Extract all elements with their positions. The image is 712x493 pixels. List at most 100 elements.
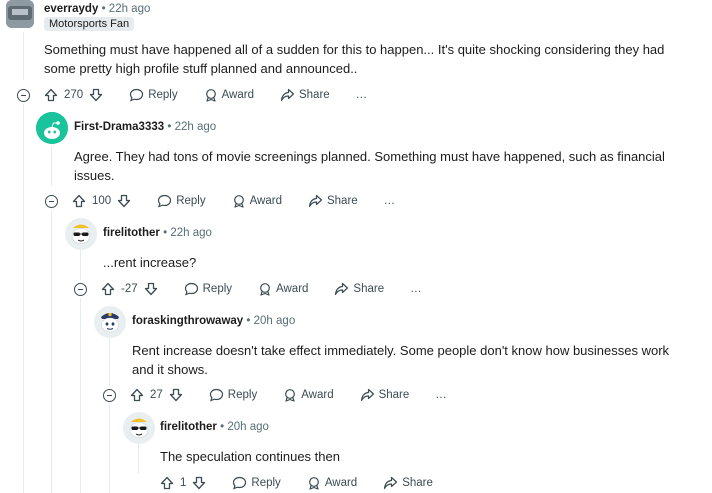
share-label: Share bbox=[378, 389, 410, 401]
collapse-thread-button[interactable] bbox=[103, 388, 116, 402]
award-label: Award bbox=[221, 89, 254, 101]
reply-button[interactable]: Reply bbox=[129, 88, 178, 102]
reply-button[interactable]: Reply bbox=[232, 476, 281, 490]
comment-bubble-icon bbox=[130, 88, 144, 102]
timestamp[interactable]: 22h ago bbox=[170, 227, 212, 239]
comment-body: Rent increase doesn't take effect immedi… bbox=[132, 343, 670, 377]
comment-body: Agree. They had tons of movie screenings… bbox=[74, 149, 665, 183]
reply-label: Reply bbox=[176, 195, 206, 207]
thread-line bbox=[138, 444, 139, 474]
share-button[interactable]: Share bbox=[360, 388, 410, 402]
snoo-sunglasses-avatar-icon bbox=[65, 218, 97, 250]
reply-label: Reply bbox=[202, 283, 233, 295]
snoo-avatar-icon bbox=[36, 112, 68, 144]
downvote-button[interactable] bbox=[169, 388, 183, 402]
award-button[interactable]: Award bbox=[307, 476, 357, 490]
reply-button[interactable]: Reply bbox=[157, 194, 206, 208]
username[interactable]: everraydy bbox=[44, 3, 98, 15]
timestamp[interactable]: 22h ago bbox=[175, 121, 217, 133]
vote-count: 1 bbox=[180, 477, 187, 489]
thread-line bbox=[51, 146, 52, 186]
award-icon bbox=[260, 283, 270, 296]
vote-count: 100 bbox=[92, 195, 112, 207]
share-button[interactable]: Share bbox=[280, 88, 330, 102]
timestamp[interactable]: 22h ago bbox=[109, 3, 151, 15]
award-label: Award bbox=[301, 389, 334, 401]
vote-count: 270 bbox=[64, 89, 84, 101]
share-icon bbox=[360, 388, 374, 402]
share-button[interactable]: Share bbox=[383, 476, 433, 490]
username[interactable]: firelitother bbox=[103, 227, 160, 239]
reply-button[interactable]: Reply bbox=[209, 388, 257, 402]
award-label: Award bbox=[276, 283, 309, 295]
share-icon bbox=[280, 88, 295, 102]
more-options-button[interactable]: … bbox=[356, 89, 368, 101]
avatar[interactable] bbox=[123, 412, 155, 444]
upvote-button[interactable] bbox=[44, 88, 58, 102]
downvote-button[interactable] bbox=[144, 282, 158, 296]
more-options-icon: … bbox=[383, 195, 396, 207]
avatar[interactable] bbox=[36, 112, 68, 144]
comment-author[interactable]: firelitother • 20h ago bbox=[160, 421, 269, 433]
award-button[interactable]: Award bbox=[283, 388, 334, 402]
share-button[interactable]: Share bbox=[308, 194, 358, 208]
separator-dot: • bbox=[220, 421, 225, 433]
reply-button[interactable]: Reply bbox=[184, 282, 232, 296]
comment-bubble-icon bbox=[233, 476, 247, 490]
timestamp[interactable]: 20h ago bbox=[227, 421, 269, 433]
upvote-icon bbox=[72, 194, 86, 208]
reply-label: Reply bbox=[148, 89, 178, 101]
downvote-button[interactable] bbox=[117, 194, 131, 208]
award-label: Award bbox=[324, 477, 358, 489]
downvote-button[interactable] bbox=[192, 476, 206, 490]
separator-dot: • bbox=[167, 121, 172, 133]
avatar[interactable] bbox=[94, 306, 126, 338]
collapse-thread-button[interactable] bbox=[45, 194, 58, 208]
award-button[interactable]: Award bbox=[232, 194, 282, 208]
avatar[interactable] bbox=[65, 218, 97, 250]
upvote-button[interactable] bbox=[101, 282, 115, 296]
more-options-button[interactable]: … bbox=[410, 283, 422, 295]
downvote-button[interactable] bbox=[89, 88, 103, 102]
more-options-button[interactable]: … bbox=[384, 195, 396, 207]
comment-body: Something must have happened all of a su… bbox=[44, 42, 665, 76]
share-label: Share bbox=[353, 283, 385, 295]
upvote-button[interactable] bbox=[160, 476, 174, 490]
award-icon bbox=[308, 477, 319, 490]
username[interactable]: foraskingthrowaway bbox=[132, 315, 243, 327]
more-options-button[interactable]: … bbox=[435, 389, 447, 401]
collapse-thread-button[interactable] bbox=[74, 282, 87, 296]
comment-body: The speculation continues then bbox=[160, 449, 340, 464]
upvote-button[interactable] bbox=[130, 388, 144, 402]
comment-bubble-icon bbox=[184, 282, 198, 296]
reply-label: Reply bbox=[227, 389, 258, 401]
upvote-button[interactable] bbox=[72, 194, 86, 208]
comment-actions: 270 Reply Award Share … bbox=[17, 85, 367, 105]
username[interactable]: First-Drama3333 bbox=[74, 121, 164, 133]
share-button[interactable]: Share bbox=[334, 282, 384, 296]
username[interactable]: firelitother bbox=[160, 421, 217, 433]
collapse-thread-button[interactable] bbox=[17, 88, 30, 102]
comment-actions: 27 Reply Award Share … bbox=[103, 385, 447, 405]
award-button[interactable]: Award bbox=[204, 88, 254, 102]
reply-label: Reply bbox=[251, 477, 281, 489]
downvote-icon bbox=[193, 476, 206, 490]
upvote-icon bbox=[160, 476, 174, 490]
comment-author[interactable]: firelitother • 22h ago bbox=[103, 227, 212, 239]
thread-line bbox=[23, 104, 24, 493]
thread-line bbox=[51, 210, 52, 493]
comment-author[interactable]: First-Drama3333 • 22h ago bbox=[74, 121, 216, 133]
upvote-icon bbox=[44, 88, 58, 102]
timestamp[interactable]: 20h ago bbox=[254, 315, 296, 327]
award-icon bbox=[285, 389, 296, 402]
comment-bubble-icon bbox=[209, 388, 223, 402]
comment-author[interactable]: foraskingthrowaway • 20h ago bbox=[132, 315, 295, 327]
avatar[interactable] bbox=[6, 0, 34, 28]
separator-dot: • bbox=[101, 3, 106, 15]
vote-count: -27 bbox=[121, 283, 138, 295]
more-options-icon: … bbox=[435, 389, 447, 401]
comment-author[interactable]: everraydy • 22h ago bbox=[44, 3, 150, 15]
share-label: Share bbox=[298, 89, 330, 101]
award-button[interactable]: Award bbox=[258, 282, 308, 296]
share-label: Share bbox=[326, 195, 358, 207]
